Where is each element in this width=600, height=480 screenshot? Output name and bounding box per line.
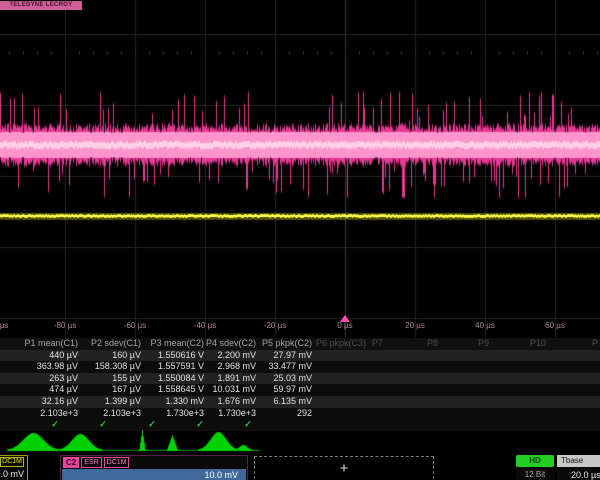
measurement-value: 6.135 mV [242,396,312,408]
measurement-header-p2[interactable]: P2 sdev(C1) [71,338,141,350]
add-trace-button[interactable]: + [254,456,434,480]
c1-volts-per-div: 10.0 mV [0,469,24,479]
measurement-value: 440 µV [8,350,78,362]
measurement-value: 32.16 µV [8,396,78,408]
c2-volts-per-div: 10.0 mV [62,469,246,480]
trigger-time-marker-icon[interactable] [340,315,350,322]
measurement-value: 158.308 µV [71,361,141,373]
measurement-header-inactive[interactable]: P8 [427,338,438,350]
stat-row-mean: 363.98 µV158.308 µV1.557591 V2.968 mV33.… [0,361,600,373]
stat-row-min: 263 µV155 µV1.550084 V1.891 mV25.03 mV [0,373,600,385]
measurement-value: 263 µV [8,373,78,385]
hd-mode-indicator[interactable]: HD 12 Bit [516,455,554,480]
timebase-descriptor[interactable]: Tbase 20.0 µs [557,455,600,480]
stat-row-sdev: 32.16 µV1.399 µV1.330 mV1.676 mV6.135 mV [0,396,600,408]
c2-dc1m-badge: DC1M [104,457,130,468]
measurement-value: 27.97 mV [242,350,312,362]
stat-row-max: 474 µV167 µV1.558645 V10.031 mV59.97 mV [0,384,600,396]
measurement-value: 33.477 mV [242,361,312,373]
time-axis-label: 40 µs [475,321,495,330]
measurement-value: 155 µV [71,373,141,385]
hd-badge: HD [516,455,554,467]
time-axis-label: 20 µs [405,321,425,330]
time-axis-label: -40 µs [194,321,216,330]
measurement-value: 2.103e+3 [71,408,141,420]
measurement-header-inactive[interactable]: P7 [372,338,383,350]
oscilloscope-screen: -100 µs -80 µs -60 µs -40 µs -20 µs 0 µs 20 µs… [0,0,600,480]
c2-channel-badge: C2 [63,457,79,468]
measurement-histicons[interactable] [0,429,600,455]
measurement-value: 292 [242,408,312,420]
measurement-value: 167 µV [71,384,141,396]
measurement-header-p5[interactable]: P5 pkpk(C2) [242,338,312,350]
measurement-value: 59.97 mV [242,384,312,396]
measurement-value: 363.98 µV [8,361,78,373]
measurement-value: 474 µV [8,384,78,396]
channel-c2-descriptor[interactable]: C2ESRDC1M 10.0 mV [60,455,248,480]
c2-esr-badge: ESR [81,457,101,468]
stat-row-num: 2.103e+32.103e+31.730e+31.730e+3292 [0,408,600,420]
time-axis-label: -100 µs [0,321,8,330]
c1-coupling-badge: DC1M [0,457,24,467]
time-axis-label: -80 µs [54,321,76,330]
measurement-value: 2.103e+3 [8,408,78,420]
brand-badge: TELEDYNE LECROY [0,1,82,10]
measurement-header-inactive[interactable]: P [592,338,598,350]
timebase-value: 20.0 µs [571,470,600,480]
measurement-header-inactive[interactable]: P9 [478,338,489,350]
time-axis-label: 0 µs [337,321,352,330]
measurement-header-inactive[interactable]: P10 [530,338,546,350]
scope-grid-display[interactable] [0,0,600,338]
timebase-title: Tbase [557,455,600,467]
stat-row-value: 440 µV160 µV1.550616 V2.200 mV27.97 mV [0,350,600,362]
time-axis-label: -20 µs [264,321,286,330]
measurement-value: 160 µV [71,350,141,362]
time-axis-label: -60 µs [124,321,146,330]
measurement-table: P1 mean(C1)P2 sdev(C1)P3 mean(C2)P4 sdev… [0,338,600,432]
measurement-value: 1.399 µV [71,396,141,408]
channel-c1-descriptor[interactable]: DC1M 10.0 mV [0,455,28,480]
measurement-header-inactive[interactable]: P6 pkpk(C3) [316,338,366,350]
measurement-header-p1[interactable]: P1 mean(C1) [8,338,78,350]
time-axis-label: 60 µs [545,321,565,330]
hd-bits-label: 12 Bit [516,470,554,479]
measurement-value: 25.03 mV [242,373,312,385]
